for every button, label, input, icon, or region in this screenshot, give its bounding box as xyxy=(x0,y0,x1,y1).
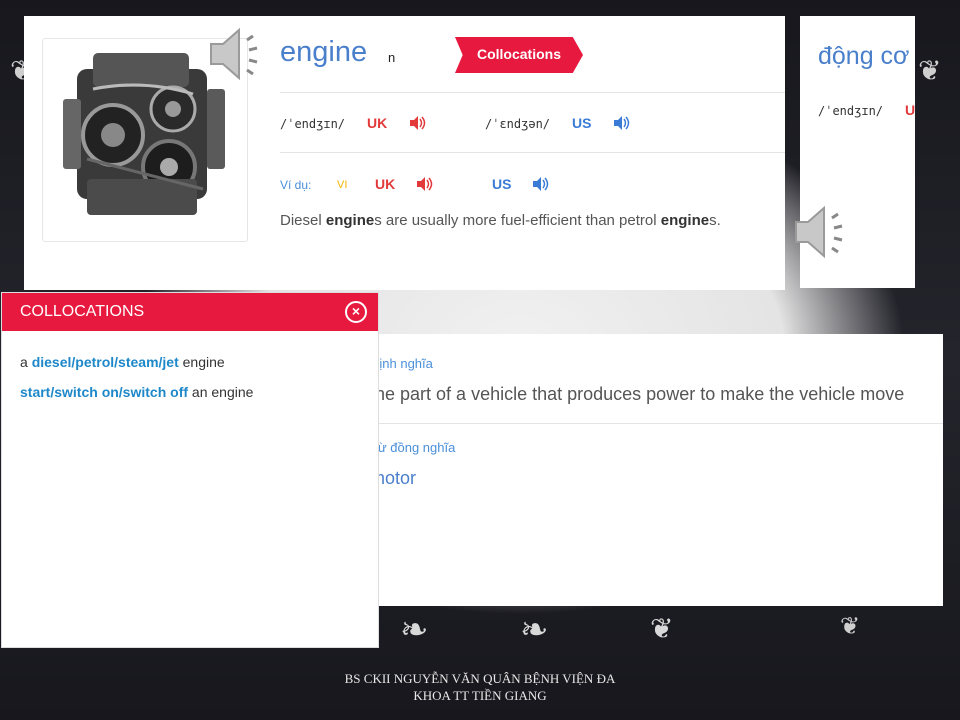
word-title: engine xyxy=(280,36,368,68)
ornament-icon: ❧ xyxy=(400,610,429,650)
speaker-icon[interactable] xyxy=(612,115,630,131)
divider xyxy=(280,152,785,153)
definition-card: Định nghĩa the part of a vehicle that pr… xyxy=(344,334,943,606)
pron-us-ipa: /ˈɛndʒən/ xyxy=(485,117,551,131)
collocations-header: COLLOCATIONS xyxy=(2,293,378,331)
definition-label: Định nghĩa xyxy=(370,356,433,371)
collocations-panel: COLLOCATIONS × a diesel/petrol/steam/jet… xyxy=(1,292,379,648)
example-us-label: US xyxy=(492,176,512,192)
collocation-item: start/switch on/switch off an engine xyxy=(20,384,254,400)
footer-line: BS CKII NGUYỄN VĂN QUÂN BỆNH VIỆN ĐA xyxy=(344,671,616,686)
translation-ipa: /ˈendʒɪn/ xyxy=(818,104,884,118)
translation-word: động cơ xyxy=(818,42,910,70)
translation-uk-label: U xyxy=(905,102,915,118)
part-of-speech: n xyxy=(388,50,396,65)
slide-footer: BS CKII NGUYỄN VĂN QUÂN BỆNH VIỆN ĐA KHO… xyxy=(300,670,660,704)
pron-uk-label: UK xyxy=(367,115,388,131)
ornament-icon: ❦ xyxy=(918,54,942,87)
example-sentence: Diesel engines are usually more fuel-eff… xyxy=(280,212,721,229)
collocation-item: a diesel/petrol/steam/jet engine xyxy=(20,354,225,370)
divider xyxy=(280,92,785,93)
speaker-icon[interactable] xyxy=(792,202,856,260)
speaker-icon[interactable] xyxy=(207,26,271,82)
close-icon[interactable]: × xyxy=(345,301,367,323)
ornament-icon: ❦ xyxy=(840,612,861,640)
speaker-icon[interactable] xyxy=(415,176,433,192)
speaker-icon[interactable] xyxy=(531,176,549,192)
definition-text: the part of a vehicle that produces powe… xyxy=(370,384,905,404)
pron-us-label: US xyxy=(572,115,592,131)
word-card: engine n Collocations /ˈendʒɪn/ UK /ˈɛnd… xyxy=(24,16,785,290)
example-label: Ví dụ: xyxy=(280,178,312,192)
ornament-icon: ❦ xyxy=(650,612,674,645)
example-uk-label: UK xyxy=(375,176,396,192)
pron-uk-ipa: /ˈendʒɪn/ xyxy=(280,117,346,131)
synonym-label: Từ đồng nghĩa xyxy=(370,440,456,455)
divider xyxy=(370,423,943,424)
example-lang-label: VI xyxy=(337,179,348,191)
ornament-icon: ❧ xyxy=(520,610,549,650)
collocations-title: COLLOCATIONS xyxy=(20,303,145,320)
collocations-tag-button[interactable]: Collocations xyxy=(455,37,583,73)
footer-line: KHOA TT TIỀN GIANG xyxy=(413,688,547,703)
speaker-icon[interactable] xyxy=(408,115,426,131)
